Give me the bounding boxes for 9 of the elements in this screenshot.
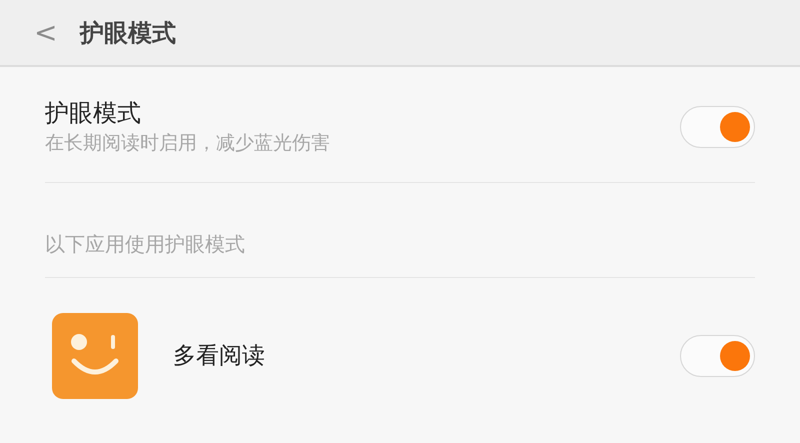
app-icon: [52, 313, 138, 399]
toggle-switch[interactable]: [680, 106, 755, 148]
app-name: 多看阅读: [173, 342, 265, 371]
setting-title: 护眼模式: [45, 98, 142, 129]
section-label: 以下应用使用护眼模式: [45, 232, 245, 256]
back-button[interactable]: <: [34, 18, 58, 46]
toggle-switch[interactable]: [680, 335, 755, 377]
page-title: 护眼模式: [80, 18, 176, 48]
setting-description: 在长期阅读时启用，减少蓝光伤害: [45, 131, 330, 156]
